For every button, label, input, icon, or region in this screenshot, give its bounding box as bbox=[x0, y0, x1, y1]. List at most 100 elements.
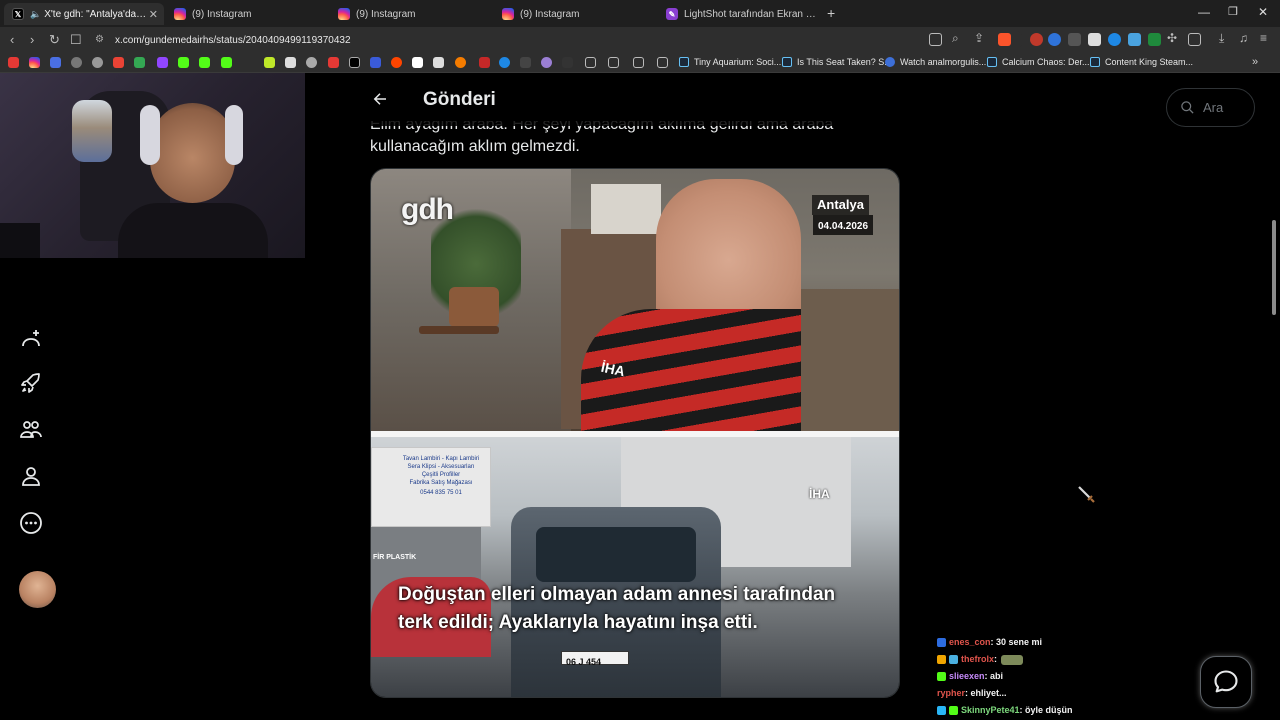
bookmark-icon[interactable] bbox=[92, 57, 103, 68]
restore-button[interactable]: ❐ bbox=[1228, 5, 1238, 18]
sign-text: Fabrika Satış Mağazası bbox=[409, 480, 473, 486]
x-logo-icon[interactable] bbox=[349, 57, 360, 68]
tab-instagram-2[interactable]: (9) Instagram bbox=[330, 3, 490, 25]
forward-icon[interactable]: › bbox=[30, 33, 34, 47]
kick-icon[interactable] bbox=[199, 57, 210, 68]
tweet-media[interactable]: gdh Antalya 04.04.2026 İHA Tavan Lambiri… bbox=[370, 168, 900, 698]
bookmark-icon[interactable] bbox=[264, 57, 275, 68]
extension-icon[interactable] bbox=[1108, 33, 1121, 46]
kick-icon[interactable] bbox=[221, 57, 232, 68]
tab-instagram-1[interactable]: (9) Instagram bbox=[166, 3, 326, 25]
drive-icon[interactable] bbox=[134, 57, 145, 68]
chat-text: : bbox=[994, 654, 998, 664]
extension-icon[interactable] bbox=[1030, 33, 1043, 46]
chat-username: slieexen bbox=[949, 671, 985, 681]
communities-icon[interactable] bbox=[19, 326, 43, 350]
brave-shield-icon[interactable] bbox=[998, 33, 1011, 46]
bookmark-icon[interactable] bbox=[412, 57, 423, 68]
tweet-text-line: kullanacağım aklım gelmezdi. bbox=[370, 138, 580, 155]
folder-icon[interactable] bbox=[633, 57, 644, 68]
messages-button[interactable] bbox=[1200, 656, 1252, 708]
audio-icon[interactable]: 🔈 bbox=[30, 9, 41, 20]
music-icon[interactable]: ♫ bbox=[1239, 31, 1248, 45]
reddit-icon[interactable] bbox=[391, 57, 402, 68]
share-icon[interactable]: ⇪ bbox=[974, 31, 984, 45]
search-input[interactable]: Ara bbox=[1166, 88, 1255, 127]
page-title: Gönderi bbox=[423, 89, 496, 110]
bookmark-icon[interactable] bbox=[306, 57, 317, 68]
bookmark-content-king[interactable]: Content King Steam... bbox=[1090, 57, 1193, 67]
profile-icon[interactable] bbox=[19, 464, 43, 488]
video-caption-line: terk edildi; Ayaklarıyla hayatını inşa e… bbox=[398, 612, 758, 633]
bookmark-label: Content King Steam... bbox=[1105, 57, 1194, 67]
tab-x-post[interactable]: 𝕏 🔈 X'te gdh: "Antalya'da doğuştan ✕ bbox=[4, 3, 164, 25]
folder-icon[interactable] bbox=[608, 57, 619, 68]
zoom-icon[interactable]: ⌕ bbox=[952, 31, 959, 45]
chat-username: SkinnyPete41 bbox=[961, 705, 1020, 715]
new-tab-button[interactable]: + bbox=[827, 5, 835, 21]
extension-icon[interactable] bbox=[1068, 33, 1081, 46]
chat-message: rypher : ehliyet... bbox=[937, 685, 1137, 702]
more-bookmarks-icon[interactable]: » bbox=[1252, 56, 1258, 68]
folder-icon[interactable] bbox=[585, 57, 596, 68]
instagram-icon[interactable] bbox=[29, 57, 40, 68]
kick-icon[interactable] bbox=[178, 57, 189, 68]
bookmark-watch[interactable]: Watch analmorgulis... bbox=[885, 57, 986, 67]
bookmark-icon[interactable] bbox=[479, 57, 490, 68]
bookmark-icon[interactable] bbox=[499, 57, 510, 68]
extension-icon[interactable] bbox=[1048, 33, 1061, 46]
more-icon[interactable] bbox=[19, 511, 43, 535]
tab-close-icon[interactable]: ✕ bbox=[149, 8, 158, 21]
scrollbar[interactable] bbox=[1272, 220, 1276, 315]
extension-icon[interactable] bbox=[1128, 33, 1141, 46]
twitch-icon[interactable] bbox=[157, 57, 168, 68]
bookmark-icon[interactable] bbox=[455, 57, 466, 68]
bookmark-icon[interactable] bbox=[328, 57, 339, 68]
sign-text: Sera Klipsi - Aksesuarları bbox=[407, 464, 475, 470]
site-info-icon[interactable]: ⚙ bbox=[95, 34, 104, 45]
bookmark-icon[interactable] bbox=[520, 57, 531, 68]
download-icon[interactable]: ⤓ bbox=[1219, 31, 1224, 45]
x-logo-icon: 𝕏 bbox=[12, 8, 24, 20]
bookmark-icon[interactable] bbox=[71, 57, 82, 68]
bookmark-calcium-chaos[interactable]: Calcium Chaos: Der... bbox=[987, 57, 1090, 67]
gmail-icon[interactable] bbox=[113, 57, 124, 68]
bookmark-icon[interactable] bbox=[541, 57, 552, 68]
gdh-logo: gdh bbox=[401, 193, 454, 226]
cast-icon[interactable] bbox=[929, 33, 942, 46]
chat-username: rypher bbox=[937, 688, 966, 698]
rocket-icon[interactable] bbox=[19, 371, 43, 395]
sidebar-icon[interactable] bbox=[1188, 33, 1201, 46]
back-arrow-icon[interactable] bbox=[371, 90, 389, 108]
communities-group-icon[interactable] bbox=[19, 417, 43, 441]
close-window-button[interactable]: ✕ bbox=[1258, 5, 1268, 19]
bookmark-icon[interactable] bbox=[562, 57, 573, 68]
menu-icon[interactable]: ≡ bbox=[1260, 31, 1267, 45]
bookmark-icon[interactable] bbox=[433, 57, 444, 68]
bookmark-icon[interactable] bbox=[50, 57, 61, 68]
youtube-icon[interactable] bbox=[8, 57, 19, 68]
extension-icon[interactable] bbox=[1088, 33, 1101, 46]
streamer-webcam bbox=[0, 73, 305, 258]
chat-message: slieexen : abi bbox=[937, 668, 1137, 685]
tab-lightshot[interactable]: ✎ LightShot tarafından Ekran Görüntüsü bbox=[658, 3, 818, 25]
bookmark-seat-taken[interactable]: Is This Seat Taken? S... bbox=[782, 57, 892, 67]
bookmark-icon[interactable] bbox=[370, 57, 381, 68]
extension-icon[interactable] bbox=[1148, 33, 1161, 46]
minimize-button[interactable]: — bbox=[1198, 5, 1210, 19]
search-placeholder: Ara bbox=[1203, 100, 1224, 115]
tab-title: (9) Instagram bbox=[356, 8, 416, 20]
tab-title: X'te gdh: "Antalya'da doğuştan bbox=[44, 8, 149, 20]
badge-icon bbox=[937, 655, 946, 664]
anchor-icon[interactable] bbox=[285, 57, 296, 68]
folder-icon[interactable] bbox=[657, 57, 668, 68]
bookmark-icon[interactable]: ☐ bbox=[70, 33, 82, 47]
puzzle-icon[interactable]: ✣ bbox=[1167, 31, 1177, 45]
reload-icon[interactable]: ↻ bbox=[49, 33, 60, 47]
bookmark-tiny-aquarium[interactable]: Tiny Aquarium: Soci... bbox=[679, 57, 781, 67]
address-bar[interactable]: ⚙ x.com/gundemedairhs/status/20404094991… bbox=[88, 30, 1023, 50]
avatar[interactable] bbox=[19, 571, 56, 608]
tab-instagram-3[interactable]: (9) Instagram bbox=[494, 3, 654, 25]
back-icon[interactable]: ‹ bbox=[10, 33, 14, 47]
chat-text: : ehliyet... bbox=[965, 688, 1007, 698]
